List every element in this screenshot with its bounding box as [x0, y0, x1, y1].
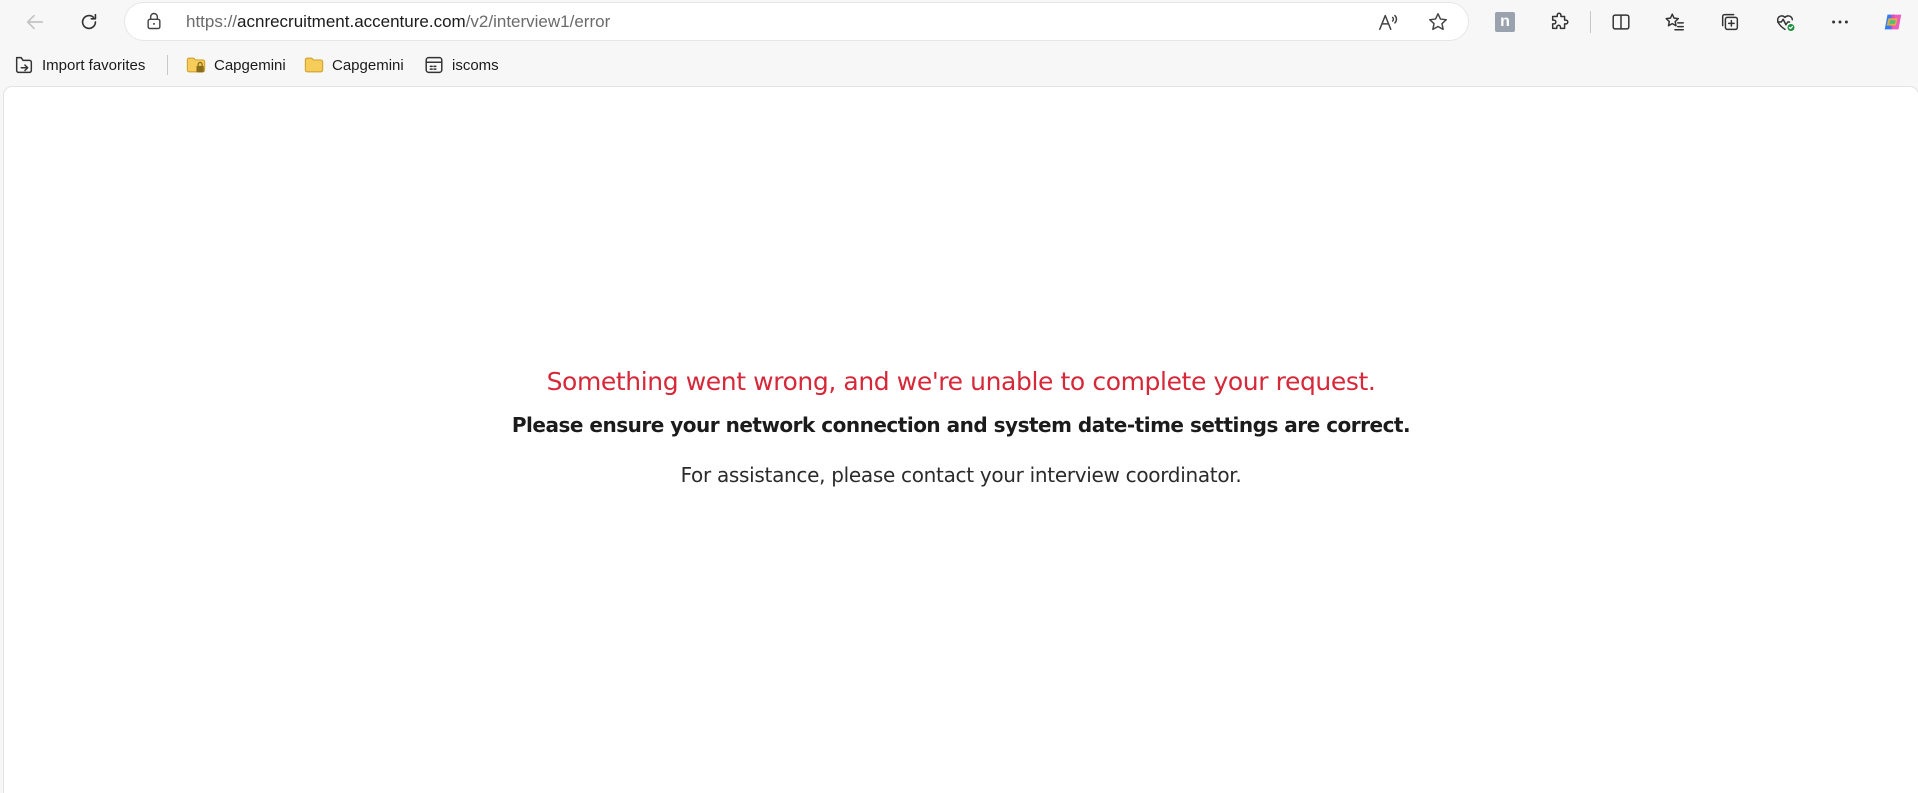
- read-aloud-icon: [1379, 14, 1398, 31]
- browser-essentials-button[interactable]: [1768, 5, 1802, 39]
- import-favorites-icon: [15, 56, 33, 74]
- favorites-button[interactable]: [1658, 5, 1692, 39]
- copilot-button[interactable]: [1876, 5, 1910, 39]
- favorites-divider: [167, 55, 168, 75]
- back-arrow-icon: [26, 14, 44, 30]
- folder-locked-icon: [186, 57, 206, 73]
- n-extension-icon: n: [1495, 12, 1515, 32]
- split-screen-icon: [1612, 14, 1630, 30]
- favorites-bar: Import favorites Capgemini Capgemini isc…: [0, 47, 1918, 83]
- collections-button[interactable]: [1713, 5, 1747, 39]
- lock-icon[interactable]: [144, 11, 164, 31]
- favorite-label: iscoms: [452, 56, 499, 74]
- favorite-import-favorites[interactable]: Import favorites: [13, 51, 145, 79]
- error-title: Something went wrong, and we're unable t…: [546, 367, 1376, 396]
- favorite-iscoms[interactable]: iscoms: [423, 51, 499, 79]
- app-icon: [425, 56, 443, 74]
- favorite-capgemini-locked[interactable]: Capgemini: [185, 51, 286, 79]
- refresh-button[interactable]: [72, 5, 106, 39]
- split-screen-button[interactable]: [1604, 5, 1638, 39]
- address-url[interactable]: https://acnrecruitment.accenture.com/v2/…: [186, 3, 610, 40]
- favorite-capgemini[interactable]: Capgemini: [303, 51, 404, 79]
- url-path: /v2/interview1/error: [465, 12, 611, 31]
- url-host: acnrecruitment.accenture.com: [237, 12, 466, 31]
- favorite-label: Capgemini: [332, 56, 404, 74]
- refresh-icon: [81, 13, 97, 30]
- heart-pulse-icon: [1776, 15, 1795, 31]
- toolbar-divider: [1590, 11, 1591, 33]
- favorite-label: Capgemini: [214, 56, 286, 74]
- address-bar[interactable]: https://acnrecruitment.accenture.com/v2/…: [125, 3, 1468, 40]
- puzzle-icon: [1551, 12, 1569, 30]
- n-extension-button[interactable]: n: [1488, 5, 1522, 39]
- favorite-label: Import favorites: [42, 56, 146, 74]
- more-button[interactable]: [1823, 5, 1857, 39]
- favorites-list-icon: [1665, 13, 1684, 31]
- url-scheme: https://: [186, 12, 238, 31]
- check-message: Please ensure your network connection an…: [511, 413, 1411, 437]
- read-aloud-button[interactable]: [1375, 9, 1401, 35]
- more-dots-icon: [1832, 20, 1848, 24]
- browser-toolbar: https://acnrecruitment.accenture.com/v2/…: [0, 0, 1918, 43]
- help-message: For assistance, please contact your inte…: [680, 463, 1242, 487]
- folder-icon: [304, 57, 324, 73]
- collections-icon: [1721, 13, 1739, 31]
- star-icon: [1429, 13, 1447, 31]
- copilot-icon: [1884, 14, 1902, 30]
- favorite-button[interactable]: [1425, 9, 1451, 35]
- extensions-button[interactable]: [1543, 5, 1577, 39]
- back-button[interactable]: [18, 5, 52, 39]
- page-content: Something went wrong, and we're unable t…: [4, 87, 1918, 793]
